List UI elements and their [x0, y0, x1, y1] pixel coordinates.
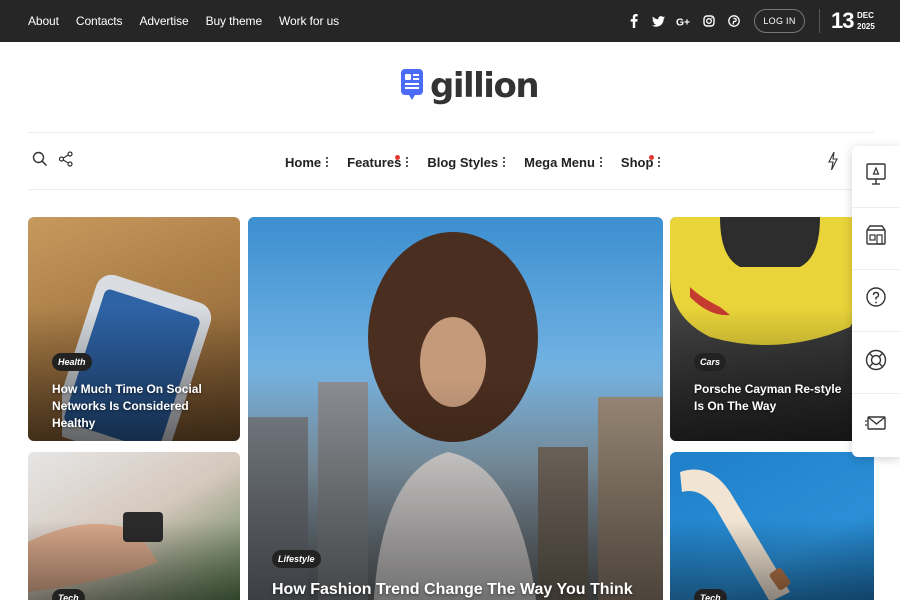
- category-badge[interactable]: Health: [52, 353, 92, 371]
- date-day: 13: [831, 8, 855, 33]
- post-title[interactable]: How Fashion Trend Change The Way You Thi…: [272, 580, 642, 600]
- google-plus-icon[interactable]: G+: [676, 14, 691, 29]
- category-badge[interactable]: Lifestyle: [272, 550, 321, 568]
- overlay: [28, 520, 240, 600]
- date-year: 2025: [857, 22, 875, 31]
- nav-item-mega-menu[interactable]: Mega Menu: [524, 155, 603, 170]
- nav-label: Features: [347, 154, 402, 170]
- top-link-work-for-us[interactable]: Work for us: [279, 14, 339, 28]
- new-dot: [648, 154, 654, 160]
- top-link-advertise[interactable]: Advertise: [139, 14, 188, 28]
- nav-item-shop[interactable]: Shop: [621, 154, 662, 170]
- shop-icon: [864, 224, 888, 253]
- side-widget-item[interactable]: [852, 270, 900, 332]
- post-title[interactable]: How Much Time On Social Networks Is Cons…: [52, 381, 228, 432]
- login-button[interactable]: LOG IN: [754, 9, 805, 33]
- side-widget-item[interactable]: [852, 332, 900, 394]
- category-badge[interactable]: Tech: [52, 589, 85, 600]
- top-links: About Contacts Advertise Buy theme Work …: [28, 0, 356, 42]
- post-card-tech[interactable]: Tech: [28, 452, 240, 600]
- help-bubble-icon: [864, 286, 888, 315]
- divider: [28, 189, 874, 190]
- more-dots-icon: [326, 155, 329, 169]
- more-dots-icon: [658, 155, 661, 169]
- site-logo[interactable]: gillion: [400, 66, 540, 106]
- side-widget: [852, 146, 900, 457]
- category-badge[interactable]: Tech: [694, 589, 727, 600]
- top-link-about[interactable]: About: [28, 14, 59, 28]
- post-card-tech-2[interactable]: Tech: [670, 452, 874, 600]
- divider: [28, 132, 874, 133]
- document-chat-icon: [400, 68, 424, 105]
- nav-label: Home: [285, 154, 322, 170]
- new-dot: [395, 154, 401, 160]
- presentation-icon: [864, 162, 888, 191]
- nav-label: Blog Styles: [427, 154, 499, 170]
- post-card-lifestyle[interactable]: Lifestyle How Fashion Trend Change The W…: [248, 217, 663, 600]
- mail-icon: [864, 411, 888, 440]
- logo-text: gillion: [430, 66, 540, 106]
- top-bar: About Contacts Advertise Buy theme Work …: [0, 0, 900, 42]
- side-widget-item[interactable]: [852, 146, 900, 208]
- instagram-icon[interactable]: [701, 14, 716, 29]
- lifebuoy-icon: [864, 348, 888, 377]
- top-link-contacts[interactable]: Contacts: [76, 14, 123, 28]
- date-month: DEC: [857, 11, 874, 20]
- category-badge[interactable]: Cars: [694, 353, 727, 371]
- side-widget-item[interactable]: [852, 394, 900, 456]
- top-link-buy-theme[interactable]: Buy theme: [206, 14, 263, 28]
- main-nav: Home Features Blog Styles Mega Menu Shop: [285, 150, 679, 174]
- nav-item-features[interactable]: Features: [347, 154, 409, 170]
- date-month-year: DEC 2025: [857, 10, 875, 32]
- overlay: [670, 306, 874, 441]
- share-icon[interactable]: [58, 151, 74, 172]
- post-card-health[interactable]: Health How Much Time On Social Networks …: [28, 217, 240, 441]
- twitter-icon[interactable]: [651, 14, 666, 29]
- post-card-cars[interactable]: Cars Porsche Cayman Re-style Is On The W…: [670, 217, 874, 441]
- nav-label: Mega Menu: [524, 154, 595, 170]
- divider: [819, 9, 820, 33]
- facebook-icon[interactable]: [626, 14, 641, 29]
- social-links: G+: [626, 0, 741, 42]
- side-widget-item[interactable]: [852, 208, 900, 270]
- nav-tools: [32, 151, 74, 172]
- svg-text:G+: G+: [676, 17, 690, 26]
- more-dots-icon: [503, 155, 506, 169]
- search-icon[interactable]: [32, 151, 48, 172]
- more-dots-icon: [599, 155, 603, 169]
- post-title[interactable]: Porsche Cayman Re-style Is On The Way: [694, 381, 854, 415]
- bolt-icon[interactable]: [828, 151, 838, 175]
- overlay: [670, 520, 874, 600]
- nav-item-home[interactable]: Home: [285, 155, 329, 170]
- nav-item-blog-styles[interactable]: Blog Styles: [427, 155, 506, 170]
- pinterest-icon[interactable]: [726, 14, 741, 29]
- more-dots-icon: [406, 155, 409, 169]
